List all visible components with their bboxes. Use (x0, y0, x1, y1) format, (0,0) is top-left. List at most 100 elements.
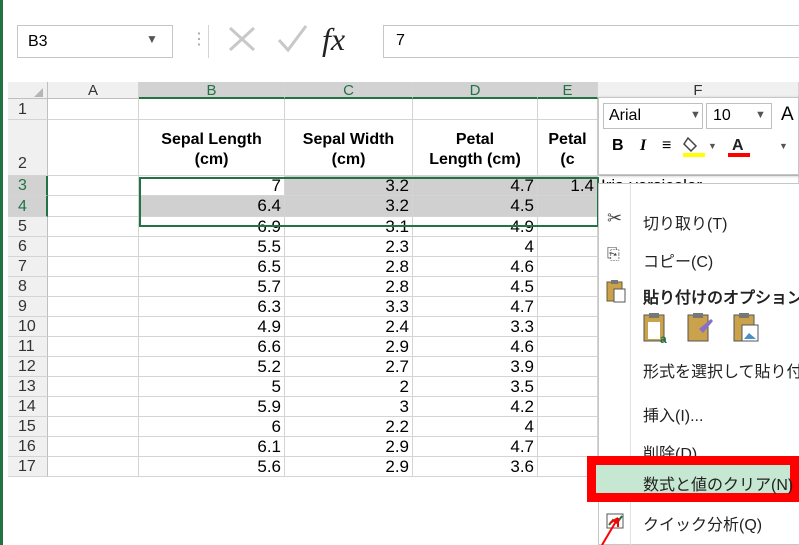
row-header-16[interactable]: 16 (8, 437, 48, 457)
row-header-13[interactable]: 13 (8, 377, 48, 397)
cell-e16[interactable] (538, 437, 598, 457)
font-name-dropdown-icon[interactable]: ▼ (690, 109, 701, 121)
cell-a17[interactable] (48, 457, 139, 477)
cell-a7[interactable] (48, 257, 139, 277)
cell-e1[interactable] (538, 99, 598, 120)
cell-e9[interactable] (538, 297, 598, 317)
menu-item-cut[interactable]: 切り取り(T) (643, 210, 727, 234)
cell-a9[interactable] (48, 297, 139, 317)
cell-c17[interactable]: 2.9 (285, 457, 413, 477)
name-box-dropdown-icon[interactable]: ▼ (146, 32, 158, 46)
italic-button[interactable]: I (640, 137, 646, 155)
row-header-17[interactable]: 17 (8, 457, 48, 477)
font-name-box[interactable]: Arial (603, 103, 703, 129)
menu-item-paste-special[interactable]: 形式を選択して貼り付 (643, 358, 799, 382)
cell-c4[interactable]: 3.2 (285, 196, 413, 217)
cell-c3[interactable]: 3.2 (285, 176, 413, 196)
insert-function-icon[interactable]: fx (322, 21, 345, 58)
cell-b13[interactable]: 5 (139, 377, 285, 397)
cell-a4[interactable] (48, 196, 139, 217)
cell-b16[interactable]: 6.1 (139, 437, 285, 457)
cell-e14[interactable] (538, 397, 598, 417)
row-header-14[interactable]: 14 (8, 397, 48, 417)
cancel-icon[interactable] (224, 20, 260, 56)
cell-d1[interactable] (413, 99, 538, 120)
paste-formatting-icon[interactable] (685, 311, 715, 345)
cell-d5[interactable]: 4.9 (413, 217, 538, 237)
cell-b10[interactable]: 4.9 (139, 317, 285, 337)
cell-d15[interactable]: 4 (413, 417, 538, 437)
cell-c14[interactable]: 3 (285, 397, 413, 417)
cell-d9[interactable]: 4.7 (413, 297, 538, 317)
cell-d7[interactable]: 4.6 (413, 257, 538, 277)
column-header-a[interactable]: A (48, 82, 139, 99)
cell-a10[interactable] (48, 317, 139, 337)
cell-d6[interactable]: 4 (413, 237, 538, 257)
cell-d10[interactable]: 3.3 (413, 317, 538, 337)
menu-item-quick-analysis[interactable]: クイック分析(Q) (643, 511, 762, 535)
paste-picture-icon[interactable] (731, 311, 761, 345)
cell-e11[interactable] (538, 337, 598, 357)
cell-d17[interactable]: 3.6 (413, 457, 538, 477)
cell-a8[interactable] (48, 277, 139, 297)
cell-b15[interactable]: 6 (139, 417, 285, 437)
cell-d11[interactable]: 4.6 (413, 337, 538, 357)
menu-item-insert[interactable]: 挿入(I)... (643, 402, 703, 426)
cell-b17[interactable]: 5.6 (139, 457, 285, 477)
cell-d16[interactable]: 4.7 (413, 437, 538, 457)
cell-d4[interactable]: 4.5 (413, 196, 538, 217)
align-center-icon[interactable]: ≡ (662, 137, 671, 155)
cell-c10[interactable]: 2.4 (285, 317, 413, 337)
row-header-1[interactable]: 1 (8, 99, 48, 120)
cell-e6[interactable] (538, 237, 598, 257)
cell-d14[interactable]: 4.2 (413, 397, 538, 417)
cell-a14[interactable] (48, 397, 139, 417)
cell-d8[interactable]: 4.5 (413, 277, 538, 297)
cell-c6[interactable]: 2.3 (285, 237, 413, 257)
row-header-4[interactable]: 4 (8, 196, 48, 217)
row-header-3[interactable]: 3 (8, 176, 48, 196)
column-header-c[interactable]: C (285, 82, 413, 99)
cell-a5[interactable] (48, 217, 139, 237)
paste-values-icon[interactable]: a (641, 311, 671, 345)
cell-b11[interactable]: 6.6 (139, 337, 285, 357)
cell-b1[interactable] (139, 99, 285, 120)
column-header-b[interactable]: B (139, 82, 285, 99)
cell-b8[interactable]: 5.7 (139, 277, 285, 297)
row-header-10[interactable]: 10 (8, 317, 48, 337)
cell-a13[interactable] (48, 377, 139, 397)
formula-input[interactable] (383, 25, 799, 58)
formula-bar-grip-icon[interactable]: ⋮ (191, 29, 207, 49)
bold-button[interactable]: B (612, 137, 624, 155)
font-color-dropdown-icon[interactable]: ▼ (779, 141, 788, 151)
cell-c15[interactable]: 2.2 (285, 417, 413, 437)
row-header-7[interactable]: 7 (8, 257, 48, 277)
cell-a1[interactable] (48, 99, 139, 120)
cell-c7[interactable]: 2.8 (285, 257, 413, 277)
fill-color-dropdown-icon[interactable]: ▼ (708, 141, 717, 151)
cell-e4[interactable] (538, 196, 598, 217)
row-header-8[interactable]: 8 (8, 277, 48, 297)
cell-e5[interactable] (538, 217, 598, 237)
cell-e10[interactable] (538, 317, 598, 337)
cell-a15[interactable] (48, 417, 139, 437)
menu-item-copy[interactable]: コピー(C) (643, 248, 713, 272)
cell-b5[interactable]: 6.9 (139, 217, 285, 237)
enter-check-icon[interactable] (274, 20, 310, 56)
header-cell-c[interactable]: Sepal Width (cm) (285, 120, 413, 176)
cell-e13[interactable] (538, 377, 598, 397)
column-header-d[interactable]: D (413, 82, 538, 99)
cell-d12[interactable]: 3.9 (413, 357, 538, 377)
row-header-12[interactable]: 12 (8, 357, 48, 377)
cell-c5[interactable]: 3.1 (285, 217, 413, 237)
cell-c16[interactable]: 2.9 (285, 437, 413, 457)
cell-a12[interactable] (48, 357, 139, 377)
cell-a3[interactable] (48, 176, 139, 196)
cell-b7[interactable]: 6.5 (139, 257, 285, 277)
row-header-5[interactable]: 5 (8, 217, 48, 237)
cell-c13[interactable]: 2 (285, 377, 413, 397)
cell-b12[interactable]: 5.2 (139, 357, 285, 377)
font-color-icon[interactable]: A (726, 134, 752, 158)
cell-d3[interactable]: 4.7 (413, 176, 538, 196)
fill-color-icon[interactable] (682, 134, 708, 158)
